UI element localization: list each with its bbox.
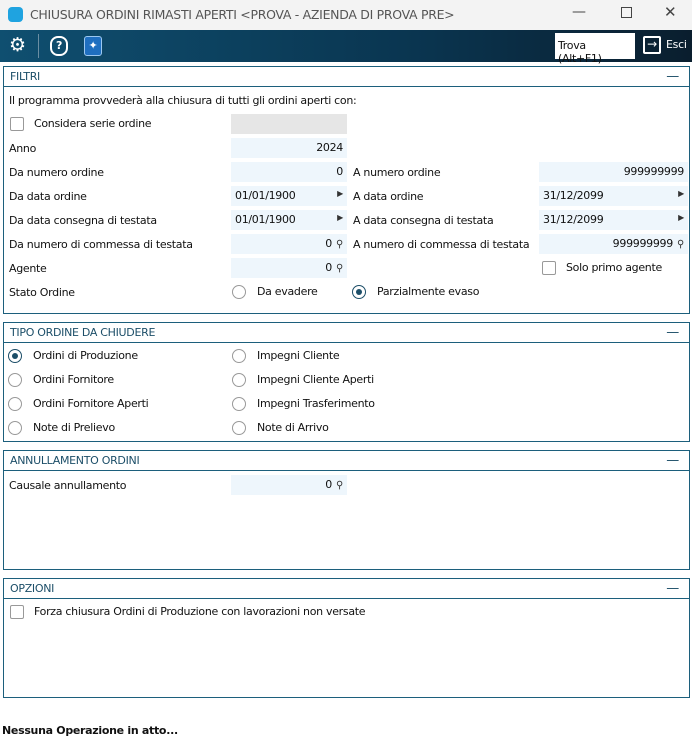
- exit-button[interactable]: Esci: [666, 38, 687, 51]
- arrow-right-icon[interactable]: ▶: [678, 189, 684, 198]
- da-data-label: Da data ordine: [9, 190, 87, 203]
- forza-chiusura-checkbox[interactable]: [10, 605, 24, 619]
- stato-parzialmente-evaso-label: Parzialmente evaso: [377, 285, 480, 298]
- stato-da-evadere-radio[interactable]: [232, 285, 246, 299]
- tipo-label: Impegni Cliente: [257, 349, 340, 362]
- agente-value: 0: [325, 261, 332, 274]
- exit-icon[interactable]: →: [643, 36, 661, 54]
- a-consegna-input[interactable]: 31/12/2099 ▶: [539, 210, 688, 230]
- a-numero-label: A numero ordine: [353, 166, 441, 179]
- panel-header: FILTRI —: [4, 67, 689, 87]
- tipo-radio[interactable]: [232, 349, 246, 363]
- tipo-label: Impegni Cliente Aperti: [257, 373, 374, 386]
- help-icon[interactable]: ?: [50, 36, 68, 56]
- da-numero-label: Da numero ordine: [9, 166, 104, 179]
- causale-label: Causale annullamento: [9, 479, 127, 492]
- search-icon[interactable]: ⚲: [336, 480, 343, 491]
- gear-icon[interactable]: ⚙: [9, 34, 26, 56]
- search-icon[interactable]: ⚲: [336, 263, 343, 274]
- solo-primo-agente-checkbox[interactable]: [542, 261, 556, 275]
- tipo-label: Note di Arrivo: [257, 421, 329, 434]
- tipo-label: Ordini Fornitore: [33, 373, 114, 386]
- da-consegna-label: Da data consegna di testata: [9, 214, 157, 227]
- da-consegna-input[interactable]: 01/01/1900 ▶: [231, 210, 347, 230]
- forza-chiusura-label: Forza chiusura Ordini di Produzione con …: [34, 605, 366, 618]
- stato-da-evadere-label: Da evadere: [257, 285, 318, 298]
- arrow-right-icon[interactable]: ▶: [337, 213, 343, 222]
- da-consegna-value: 01/01/1900: [235, 213, 296, 226]
- annullamento-panel: ANNULLAMENTO ORDINI —: [3, 450, 690, 570]
- a-commessa-label: A numero di commessa di testata: [353, 238, 530, 251]
- arrow-right-icon[interactable]: ▶: [337, 189, 343, 198]
- panel-title: OPZIONI: [10, 582, 55, 595]
- collapse-button[interactable]: —: [666, 69, 679, 84]
- app-icon: [8, 7, 23, 22]
- opzioni-panel: OPZIONI —: [3, 578, 690, 698]
- tipo-radio[interactable]: [8, 349, 22, 363]
- considera-serie-label: Considera serie ordine: [34, 117, 152, 130]
- tipo-radio[interactable]: [232, 373, 246, 387]
- minimize-button[interactable]: —: [572, 4, 586, 20]
- da-data-value: 01/01/1900: [235, 189, 296, 202]
- causale-input[interactable]: 0 ⚲: [231, 475, 347, 495]
- toolbar-divider: [38, 34, 39, 58]
- find-button[interactable]: Trova (Alt+F1): [555, 33, 635, 65]
- panel-title: TIPO ORDINE DA CHIUDERE: [10, 326, 156, 339]
- a-consegna-label: A data consegna di testata: [353, 214, 494, 227]
- considera-serie-checkbox[interactable]: [10, 117, 24, 131]
- a-consegna-value: 31/12/2099: [543, 213, 604, 226]
- intro-text: Il programma provvederà alla chiusura di…: [9, 94, 357, 107]
- a-commessa-value: 999999999: [612, 237, 674, 250]
- da-data-input[interactable]: 01/01/1900 ▶: [231, 186, 347, 206]
- agente-input[interactable]: 0 ⚲: [231, 258, 347, 278]
- panel-title: ANNULLAMENTO ORDINI: [10, 454, 140, 467]
- anno-label: Anno: [9, 142, 36, 155]
- a-data-input[interactable]: 31/12/2099 ▶: [539, 186, 688, 206]
- ai-assistant-icon[interactable]: ✦: [84, 36, 102, 56]
- tipo-label: Ordini di Produzione: [33, 349, 138, 362]
- search-icon[interactable]: ⚲: [677, 239, 684, 250]
- tipo-label: Note di Prelievo: [33, 421, 115, 434]
- causale-value: 0: [325, 478, 332, 491]
- a-data-value: 31/12/2099: [543, 189, 604, 202]
- tipo-label: Ordini Fornitore Aperti: [33, 397, 149, 410]
- a-data-label: A data ordine: [353, 190, 424, 203]
- maximize-button[interactable]: [621, 7, 632, 18]
- da-commessa-input[interactable]: 0 ⚲: [231, 234, 347, 254]
- stato-label: Stato Ordine: [9, 286, 75, 299]
- da-numero-input[interactable]: 0: [231, 162, 347, 182]
- panel-header: ANNULLAMENTO ORDINI —: [4, 451, 689, 471]
- panel-header: OPZIONI —: [4, 579, 689, 599]
- a-numero-input[interactable]: 999999999: [539, 162, 688, 182]
- arrow-right-icon[interactable]: ▶: [678, 213, 684, 222]
- stato-parzialmente-evaso-radio[interactable]: [352, 285, 366, 299]
- da-commessa-label: Da numero di commessa di testata: [9, 238, 193, 251]
- da-commessa-value: 0: [325, 237, 332, 250]
- tipo-radio[interactable]: [8, 373, 22, 387]
- tipo-label: Impegni Trasferimento: [257, 397, 375, 410]
- collapse-button[interactable]: —: [666, 453, 679, 468]
- title-bar: CHIUSURA ORDINI RIMASTI APERTI <PROVA - …: [0, 0, 692, 30]
- agente-label: Agente: [9, 262, 47, 275]
- a-commessa-input[interactable]: 999999999 ⚲: [539, 234, 688, 254]
- tipo-radio[interactable]: [232, 421, 246, 435]
- window-title: CHIUSURA ORDINI RIMASTI APERTI <PROVA - …: [30, 7, 455, 22]
- tipo-radio[interactable]: [232, 397, 246, 411]
- tipo-radio[interactable]: [8, 421, 22, 435]
- panel-title: FILTRI: [10, 70, 40, 83]
- panel-header: TIPO ORDINE DA CHIUDERE —: [4, 323, 689, 343]
- solo-primo-agente-label: Solo primo agente: [566, 261, 662, 274]
- serie-input[interactable]: [231, 114, 347, 134]
- search-icon[interactable]: ⚲: [336, 239, 343, 250]
- toolbar: ⚙ ? ✦ Trova (Alt+F1) → Esci: [0, 30, 692, 65]
- collapse-button[interactable]: —: [666, 581, 679, 596]
- anno-input[interactable]: 2024: [231, 138, 347, 158]
- close-button[interactable]: ✕: [664, 3, 677, 21]
- tipo-radio[interactable]: [8, 397, 22, 411]
- collapse-button[interactable]: —: [666, 325, 679, 340]
- status-text: Nessuna Operazione in atto...: [2, 724, 178, 737]
